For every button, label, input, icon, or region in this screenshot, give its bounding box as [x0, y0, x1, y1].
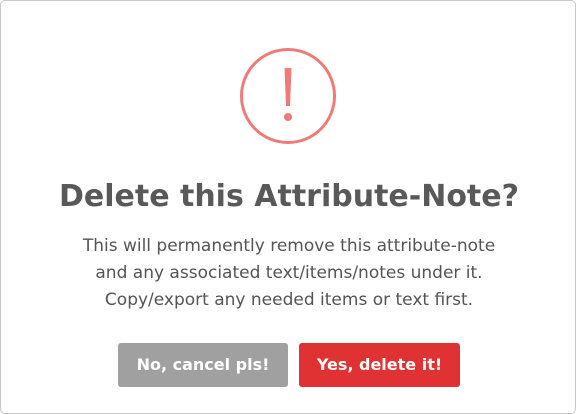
exclamation-mark-glyph: [284, 68, 292, 121]
dialog-title: Delete this Attribute-Note?: [58, 179, 520, 214]
message-line: Copy/export any needed items or text fir…: [104, 290, 474, 310]
exclamation-circle-icon: [240, 48, 336, 144]
cancel-button[interactable]: No, cancel pls!: [118, 343, 288, 387]
confirm-delete-button[interactable]: Yes, delete it!: [299, 343, 460, 387]
message-line: and any associated text/items/notes unde…: [95, 263, 483, 283]
dialog-message: This will permanently remove this attrib…: [1, 233, 576, 314]
message-line: This will permanently remove this attrib…: [82, 236, 496, 256]
delete-confirm-dialog: Delete this Attribute-Note? This will pe…: [0, 0, 576, 414]
